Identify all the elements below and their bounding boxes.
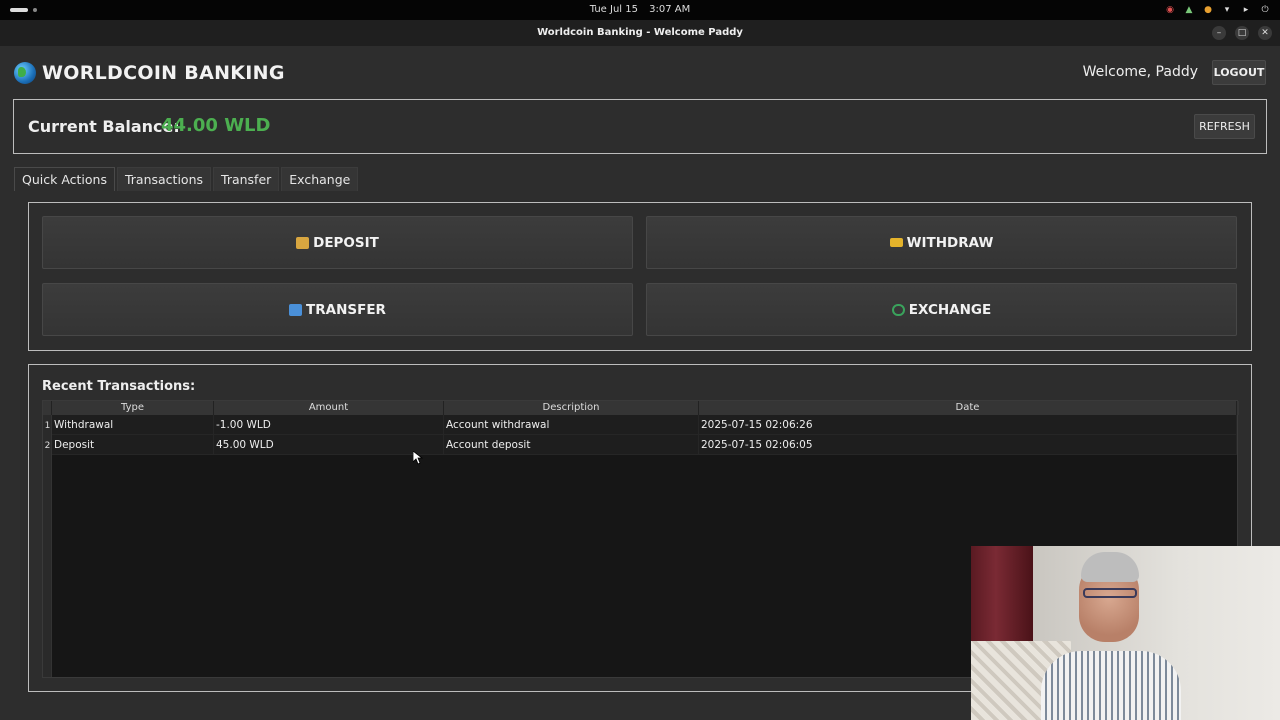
- globe-icon: [14, 62, 36, 84]
- deposit-button[interactable]: DEPOSIT: [42, 216, 633, 269]
- credit-card-icon: [889, 238, 903, 247]
- quick-actions-panel: DEPOSIT WITHDRAW TRANSFER EXCHANGE: [28, 202, 1252, 351]
- window-title-bar[interactable]: Worldcoin Banking - Welcome Paddy – □ ✕: [0, 20, 1280, 46]
- brand: WORLDCOIN BANKING: [14, 62, 285, 84]
- tab-transactions[interactable]: Transactions: [116, 167, 212, 191]
- tab-quick-actions[interactable]: Quick Actions: [14, 167, 115, 191]
- system-top-bar: Tue Jul 15 3:07 AM ◉ ▲ ● ▾ ▸ ⏻: [0, 0, 1280, 20]
- screen-recorder-icon[interactable]: ◉: [1165, 5, 1175, 15]
- currency-exchange-icon: [891, 303, 905, 316]
- transfer-button[interactable]: TRANSFER: [42, 283, 633, 336]
- webcam-person-shirt: [1041, 651, 1181, 720]
- clock-time: 3:07 AM: [649, 4, 691, 15]
- webcam-person-glasses: [1083, 588, 1137, 598]
- cell-description: Account deposit: [444, 435, 699, 455]
- corner-header[interactable]: [43, 401, 52, 415]
- recent-transactions-title: Recent Transactions:: [42, 379, 196, 394]
- webcam-overlay: [971, 546, 1280, 720]
- row-number[interactable]: 2: [43, 435, 52, 455]
- exchange-button[interactable]: EXCHANGE: [646, 283, 1237, 336]
- column-header-description[interactable]: Description: [444, 401, 699, 415]
- welcome-text: Welcome, Paddy: [1082, 64, 1198, 80]
- cell-date: 2025-07-15 02:06:26: [699, 415, 1237, 435]
- row-number[interactable]: 1: [43, 415, 52, 435]
- refresh-button[interactable]: REFRESH: [1194, 114, 1255, 139]
- cell-type: Withdrawal: [52, 415, 214, 435]
- column-header-amount[interactable]: Amount: [214, 401, 444, 415]
- swap-arrows-icon: [289, 303, 303, 316]
- tab-bar: Quick Actions Transactions Transfer Exch…: [14, 167, 360, 191]
- column-header-date[interactable]: Date: [699, 401, 1237, 415]
- system-tray: ◉ ▲ ● ▾ ▸ ⏻: [1165, 0, 1270, 20]
- deposit-label: DEPOSIT: [313, 234, 379, 251]
- cell-date: 2025-07-15 02:06:05: [699, 435, 1237, 455]
- money-bag-icon: [296, 236, 310, 249]
- transfer-label: TRANSFER: [306, 301, 386, 318]
- cell-type: Deposit: [52, 435, 214, 455]
- window-title: Worldcoin Banking - Welcome Paddy: [537, 27, 743, 38]
- webcam-curtain: [971, 546, 1033, 646]
- balance-value: 44.00 WLD: [161, 115, 271, 136]
- volume-icon[interactable]: ▸: [1241, 5, 1251, 15]
- withdraw-button[interactable]: WITHDRAW: [646, 216, 1237, 269]
- balance-label: Current Balance:: [28, 117, 180, 136]
- table-header: Type Amount Description Date: [43, 401, 1239, 415]
- exchange-label: EXCHANGE: [908, 301, 992, 318]
- cell-amount: -1.00 WLD: [214, 415, 444, 435]
- balance-panel: Current Balance: 44.00 WLD REFRESH: [13, 99, 1267, 154]
- withdraw-label: WITHDRAW: [906, 234, 994, 251]
- app-name: WORLDCOIN BANKING: [42, 62, 285, 84]
- table-row[interactable]: Withdrawal -1.00 WLD Account withdrawal …: [52, 415, 1237, 435]
- close-icon[interactable]: ✕: [1258, 26, 1272, 40]
- column-header-type[interactable]: Type: [52, 401, 214, 415]
- minimize-icon[interactable]: –: [1212, 26, 1226, 40]
- system-clock[interactable]: Tue Jul 15 3:07 AM: [0, 0, 1280, 20]
- logout-button[interactable]: LOGOUT: [1212, 60, 1266, 85]
- wifi-icon[interactable]: ▾: [1222, 5, 1232, 15]
- tab-transfer[interactable]: Transfer: [213, 167, 280, 191]
- microphone-icon[interactable]: ●: [1203, 5, 1213, 15]
- tab-exchange[interactable]: Exchange: [281, 167, 359, 191]
- maximize-icon[interactable]: □: [1235, 26, 1249, 40]
- table-row[interactable]: Deposit 45.00 WLD Account deposit 2025-0…: [52, 435, 1237, 455]
- clock-date: Tue Jul 15: [589, 4, 638, 15]
- webcam-person-hair: [1081, 552, 1139, 582]
- cell-description: Account withdrawal: [444, 415, 699, 435]
- cell-amount: 45.00 WLD: [214, 435, 444, 455]
- power-icon[interactable]: ⏻: [1260, 5, 1270, 15]
- shield-icon[interactable]: ▲: [1184, 5, 1194, 15]
